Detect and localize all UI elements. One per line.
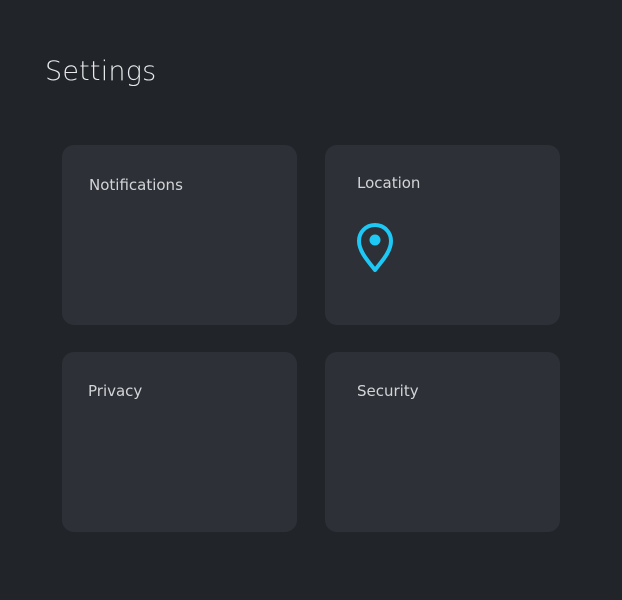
security-card-label: Security [357, 382, 419, 400]
privacy-card[interactable]: Privacy [62, 352, 297, 532]
notifications-card-label: Notifications [89, 176, 183, 194]
notifications-card[interactable]: Notifications [62, 145, 297, 325]
location-pin-icon [357, 223, 393, 272]
location-card[interactable]: Location [325, 145, 560, 325]
location-card-label: Location [357, 174, 421, 192]
page-title: Settings [45, 56, 157, 87]
security-card[interactable]: Security [325, 352, 560, 532]
privacy-card-label: Privacy [88, 382, 143, 400]
